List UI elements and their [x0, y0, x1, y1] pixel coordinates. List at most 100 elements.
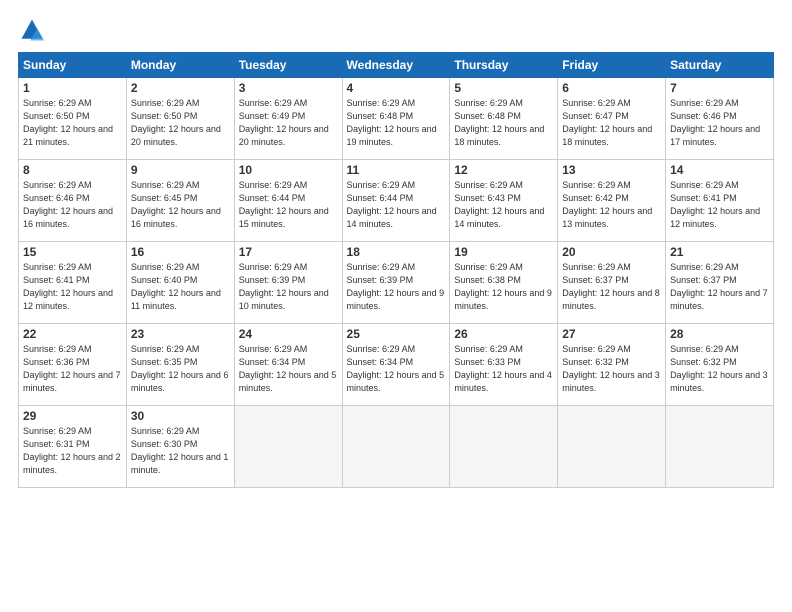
day-number: 26: [454, 327, 553, 341]
calendar-cell: 13 Sunrise: 6:29 AMSunset: 6:42 PMDayligh…: [558, 160, 666, 242]
day-number: 17: [239, 245, 338, 259]
day-info: Sunrise: 6:29 AMSunset: 6:46 PMDaylight:…: [670, 97, 769, 149]
day-number: 5: [454, 81, 553, 95]
day-header-tuesday: Tuesday: [234, 53, 342, 78]
day-info: Sunrise: 6:29 AMSunset: 6:41 PMDaylight:…: [23, 261, 122, 313]
calendar-cell: 10 Sunrise: 6:29 AMSunset: 6:44 PMDayligh…: [234, 160, 342, 242]
day-info: Sunrise: 6:29 AMSunset: 6:45 PMDaylight:…: [131, 179, 230, 231]
day-info: Sunrise: 6:29 AMSunset: 6:32 PMDaylight:…: [562, 343, 661, 395]
calendar-cell: 30 Sunrise: 6:29 AMSunset: 6:30 PMDayligh…: [126, 406, 234, 488]
calendar-cell: 28 Sunrise: 6:29 AMSunset: 6:32 PMDayligh…: [666, 324, 774, 406]
day-info: Sunrise: 6:29 AMSunset: 6:46 PMDaylight:…: [23, 179, 122, 231]
day-info: Sunrise: 6:29 AMSunset: 6:50 PMDaylight:…: [23, 97, 122, 149]
calendar-cell: 4Sunrise: 6:29 AMSunset: 6:48 PMDaylight…: [342, 78, 450, 160]
calendar-header-row: SundayMondayTuesdayWednesdayThursdayFrid…: [19, 53, 774, 78]
day-number: 2: [131, 81, 230, 95]
page: SundayMondayTuesdayWednesdayThursdayFrid…: [0, 0, 792, 612]
calendar-week-1: 1 Sunrise: 6:29 AMSunset: 6:50 PMDaylight…: [19, 78, 774, 160]
day-info: Sunrise: 6:29 AMSunset: 6:32 PMDaylight:…: [670, 343, 769, 395]
calendar-cell: 27Sunrise: 6:29 AMSunset: 6:32 PMDayligh…: [558, 324, 666, 406]
calendar-cell: 23 Sunrise: 6:29 AMSunset: 6:35 PMDayligh…: [126, 324, 234, 406]
day-number: 25: [347, 327, 446, 341]
day-number: 30: [131, 409, 230, 423]
day-info: Sunrise: 6:29 AMSunset: 6:39 PMDaylight:…: [347, 261, 446, 313]
day-number: 21: [670, 245, 769, 259]
day-info: Sunrise: 6:29 AMSunset: 6:43 PMDaylight:…: [454, 179, 553, 231]
day-number: 10: [239, 163, 338, 177]
day-number: 19: [454, 245, 553, 259]
day-number: 20: [562, 245, 661, 259]
calendar-week-4: 22Sunrise: 6:29 AMSunset: 6:36 PMDayligh…: [19, 324, 774, 406]
day-info: Sunrise: 6:29 AMSunset: 6:48 PMDaylight:…: [454, 97, 553, 149]
day-number: 16: [131, 245, 230, 259]
calendar-cell: [558, 406, 666, 488]
day-info: Sunrise: 6:29 AMSunset: 6:47 PMDaylight:…: [562, 97, 661, 149]
day-number: 14: [670, 163, 769, 177]
day-number: 9: [131, 163, 230, 177]
calendar-cell: 24Sunrise: 6:29 AMSunset: 6:34 PMDayligh…: [234, 324, 342, 406]
calendar-cell: 11 Sunrise: 6:29 AMSunset: 6:44 PMDayligh…: [342, 160, 450, 242]
logo: [18, 16, 50, 44]
calendar-cell: 20 Sunrise: 6:29 AMSunset: 6:37 PMDayligh…: [558, 242, 666, 324]
calendar-cell: 5 Sunrise: 6:29 AMSunset: 6:48 PMDaylight…: [450, 78, 558, 160]
calendar-cell: 9 Sunrise: 6:29 AMSunset: 6:45 PMDaylight…: [126, 160, 234, 242]
calendar-week-5: 29 Sunrise: 6:29 AMSunset: 6:31 PMDayligh…: [19, 406, 774, 488]
day-number: 7: [670, 81, 769, 95]
day-number: 18: [347, 245, 446, 259]
calendar-cell: 3 Sunrise: 6:29 AMSunset: 6:49 PMDaylight…: [234, 78, 342, 160]
day-info: Sunrise: 6:29 AMSunset: 6:49 PMDaylight:…: [239, 97, 338, 149]
day-number: 13: [562, 163, 661, 177]
calendar-cell: 22Sunrise: 6:29 AMSunset: 6:36 PMDayligh…: [19, 324, 127, 406]
day-number: 11: [347, 163, 446, 177]
day-info: Sunrise: 6:29 AMSunset: 6:37 PMDaylight:…: [562, 261, 661, 313]
day-number: 8: [23, 163, 122, 177]
day-info: Sunrise: 6:29 AMSunset: 6:34 PMDaylight:…: [347, 343, 446, 395]
day-info: Sunrise: 6:29 AMSunset: 6:44 PMDaylight:…: [239, 179, 338, 231]
calendar-cell: 2Sunrise: 6:29 AMSunset: 6:50 PMDaylight…: [126, 78, 234, 160]
calendar-cell: [450, 406, 558, 488]
calendar-cell: 26 Sunrise: 6:29 AMSunset: 6:33 PMDayligh…: [450, 324, 558, 406]
day-info: Sunrise: 6:29 AMSunset: 6:35 PMDaylight:…: [131, 343, 230, 395]
logo-icon: [18, 16, 46, 44]
day-header-wednesday: Wednesday: [342, 53, 450, 78]
day-info: Sunrise: 6:29 AMSunset: 6:31 PMDaylight:…: [23, 425, 122, 477]
calendar-cell: [666, 406, 774, 488]
day-number: 29: [23, 409, 122, 423]
day-number: 24: [239, 327, 338, 341]
day-header-monday: Monday: [126, 53, 234, 78]
day-number: 4: [347, 81, 446, 95]
day-info: Sunrise: 6:29 AMSunset: 6:33 PMDaylight:…: [454, 343, 553, 395]
calendar-cell: 15 Sunrise: 6:29 AMSunset: 6:41 PMDayligh…: [19, 242, 127, 324]
day-header-sunday: Sunday: [19, 53, 127, 78]
calendar-cell: 21Sunrise: 6:29 AMSunset: 6:37 PMDayligh…: [666, 242, 774, 324]
calendar-cell: 17 Sunrise: 6:29 AMSunset: 6:39 PMDayligh…: [234, 242, 342, 324]
day-number: 1: [23, 81, 122, 95]
day-info: Sunrise: 6:29 AMSunset: 6:30 PMDaylight:…: [131, 425, 230, 477]
calendar-cell: 7 Sunrise: 6:29 AMSunset: 6:46 PMDaylight…: [666, 78, 774, 160]
calendar-cell: 19Sunrise: 6:29 AMSunset: 6:38 PMDayligh…: [450, 242, 558, 324]
day-number: 15: [23, 245, 122, 259]
calendar-cell: [342, 406, 450, 488]
day-number: 23: [131, 327, 230, 341]
calendar-cell: 12 Sunrise: 6:29 AMSunset: 6:43 PMDayligh…: [450, 160, 558, 242]
calendar-cell: 6 Sunrise: 6:29 AMSunset: 6:47 PMDaylight…: [558, 78, 666, 160]
calendar-cell: 16Sunrise: 6:29 AMSunset: 6:40 PMDayligh…: [126, 242, 234, 324]
day-info: Sunrise: 6:29 AMSunset: 6:39 PMDaylight:…: [239, 261, 338, 313]
day-info: Sunrise: 6:29 AMSunset: 6:44 PMDaylight:…: [347, 179, 446, 231]
calendar-cell: 14Sunrise: 6:29 AMSunset: 6:41 PMDayligh…: [666, 160, 774, 242]
day-number: 3: [239, 81, 338, 95]
day-number: 12: [454, 163, 553, 177]
day-number: 6: [562, 81, 661, 95]
calendar-cell: 8 Sunrise: 6:29 AMSunset: 6:46 PMDaylight…: [19, 160, 127, 242]
calendar-table: SundayMondayTuesdayWednesdayThursdayFrid…: [18, 52, 774, 488]
calendar-cell: 25 Sunrise: 6:29 AMSunset: 6:34 PMDayligh…: [342, 324, 450, 406]
calendar-cell: 29 Sunrise: 6:29 AMSunset: 6:31 PMDayligh…: [19, 406, 127, 488]
day-header-thursday: Thursday: [450, 53, 558, 78]
day-number: 28: [670, 327, 769, 341]
day-info: Sunrise: 6:29 AMSunset: 6:42 PMDaylight:…: [562, 179, 661, 231]
calendar-week-3: 15 Sunrise: 6:29 AMSunset: 6:41 PMDayligh…: [19, 242, 774, 324]
day-header-friday: Friday: [558, 53, 666, 78]
day-info: Sunrise: 6:29 AMSunset: 6:36 PMDaylight:…: [23, 343, 122, 395]
header: [18, 16, 774, 44]
day-header-saturday: Saturday: [666, 53, 774, 78]
